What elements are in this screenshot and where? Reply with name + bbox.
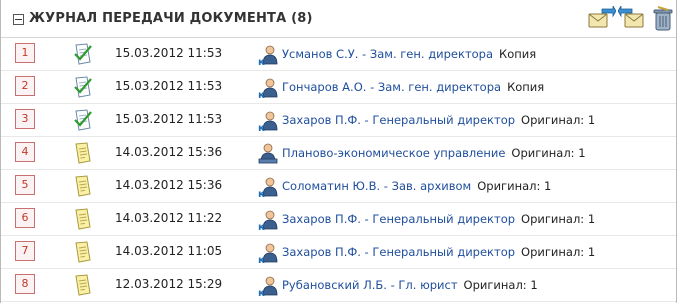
document-pending-icon xyxy=(71,240,95,264)
document-transfer-log-panel: ЖУРНАЛ ПЕРЕДАЧИ ДОКУМЕНТА (8) 1 15.03.20… xyxy=(0,0,677,303)
trash-icon[interactable] xyxy=(651,6,675,32)
document-pending-icon xyxy=(71,273,95,297)
collapse-toggle[interactable] xyxy=(13,14,24,25)
person-icon: к xyxy=(257,275,279,299)
row-number-button[interactable]: 6 xyxy=(15,208,35,228)
panel-header: ЖУРНАЛ ПЕРЕДАЧИ ДОКУМЕНТА (8) xyxy=(1,0,676,38)
recipient-link[interactable]: Гончаров А.О. - Зам. ген. директора xyxy=(282,80,501,94)
document-checked-icon xyxy=(71,75,95,99)
recipient-info: Захаров П.Ф. - Генеральный директор Ориги… xyxy=(282,245,595,259)
document-pending-icon xyxy=(71,174,95,198)
recipient-link[interactable]: Усманов С.У. - Зам. ген. директора xyxy=(282,47,493,61)
svg-text:к: к xyxy=(258,255,265,264)
recipient-info: Рубановский Л.Б. - Гл. юрист Оригинал: 1 xyxy=(282,278,538,292)
row-number-button[interactable]: 3 xyxy=(15,109,35,129)
person-icon: к xyxy=(257,176,279,200)
recipient-link[interactable]: Захаров П.Ф. - Генеральный директор xyxy=(282,245,515,259)
list-item: 1 15.03.2012 11:53 к Усманов С.У. - Зам.… xyxy=(1,38,676,71)
row-number-button[interactable]: 1 xyxy=(15,43,35,63)
copy-type: Копия xyxy=(507,80,545,94)
list-item: 5 14.03.2012 15:36 к Соломатин Ю.В. - За… xyxy=(1,170,676,203)
svg-text:к: к xyxy=(258,222,265,231)
recipient-link[interactable]: Рубановский Л.Б. - Гл. юрист xyxy=(282,278,458,292)
recipient-info: Гончаров А.О. - Зам. ген. директора Копия xyxy=(282,80,544,94)
transfer-datetime: 12.03.2012 15:29 xyxy=(115,277,223,291)
document-pending-icon xyxy=(71,207,95,231)
svg-text:к: к xyxy=(258,189,265,198)
svg-text:к: к xyxy=(258,90,265,99)
list-item: 8 12.03.2012 15:29 к Рубановский Л.Б. - … xyxy=(1,269,676,302)
person-icon: к xyxy=(257,242,279,266)
recipient-link[interactable]: Захаров П.Ф. - Генеральный директор xyxy=(282,113,515,127)
copy-type: Копия xyxy=(499,47,537,61)
recipient-info: Соломатин Ю.В. - Зав. архивом Оригинал: 1 xyxy=(282,179,551,193)
row-number-button[interactable]: 4 xyxy=(15,142,35,162)
document-checked-icon xyxy=(71,108,95,132)
list-item: 2 15.03.2012 11:53 к Гончаров А.О. - Зам… xyxy=(1,71,676,104)
department-icon xyxy=(257,143,279,165)
recipient-info: Захаров П.Ф. - Генеральный директор Ориги… xyxy=(282,113,595,127)
transfer-datetime: 15.03.2012 11:53 xyxy=(115,112,223,126)
document-checked-icon xyxy=(71,42,95,66)
copy-type: Оригинал: 1 xyxy=(511,146,586,160)
panel-title: ЖУРНАЛ ПЕРЕДАЧИ ДОКУМЕНТА (8) xyxy=(29,11,313,26)
send-icon[interactable] xyxy=(586,6,616,32)
return-icon[interactable] xyxy=(618,6,646,32)
svg-text:к: к xyxy=(258,123,265,132)
row-number-button[interactable]: 2 xyxy=(15,76,35,96)
row-number-button[interactable]: 7 xyxy=(15,241,35,261)
copy-type: Оригинал: 1 xyxy=(463,278,538,292)
document-pending-icon xyxy=(71,141,95,165)
recipient-link[interactable]: Захаров П.Ф. - Генеральный директор xyxy=(282,212,515,226)
recipient-info: Усманов С.У. - Зам. ген. директора Копия xyxy=(282,47,536,61)
list-item: 7 14.03.2012 11:05 к Захаров П.Ф. - Гене… xyxy=(1,236,676,269)
list-item: 4 14.03.2012 15:36 Планово-экономическое… xyxy=(1,137,676,170)
copy-type: Оригинал: 1 xyxy=(521,245,596,259)
transfer-datetime: 14.03.2012 11:22 xyxy=(115,211,223,225)
recipient-link[interactable]: Соломатин Ю.В. - Зав. архивом xyxy=(282,179,471,193)
copy-type: Оригинал: 1 xyxy=(521,113,596,127)
svg-text:к: к xyxy=(258,288,265,297)
list-item: 6 14.03.2012 11:22 к Захаров П.Ф. - Гене… xyxy=(1,203,676,236)
row-number-button[interactable]: 8 xyxy=(15,274,35,294)
person-icon: к xyxy=(257,44,279,68)
recipient-info: Планово-экономическое управление Оригинал… xyxy=(282,146,586,160)
copy-type: Оригинал: 1 xyxy=(521,212,596,226)
transfer-datetime: 14.03.2012 11:05 xyxy=(115,244,223,258)
recipient-info: Захаров П.Ф. - Генеральный директор Ориги… xyxy=(282,212,595,226)
person-icon: к xyxy=(257,209,279,233)
person-icon: к xyxy=(257,110,279,134)
list-item: 3 15.03.2012 11:53 к Захаров П.Ф. - Гене… xyxy=(1,104,676,137)
recipient-link[interactable]: Планово-экономическое управление xyxy=(282,146,505,160)
transfer-datetime: 15.03.2012 11:53 xyxy=(115,46,223,60)
transfer-datetime: 14.03.2012 15:36 xyxy=(115,178,223,192)
person-icon: к xyxy=(257,77,279,101)
row-number-button[interactable]: 5 xyxy=(15,175,35,195)
svg-text:к: к xyxy=(258,57,265,66)
copy-type: Оригинал: 1 xyxy=(477,179,552,193)
transfer-datetime: 14.03.2012 15:36 xyxy=(115,145,223,159)
transfer-datetime: 15.03.2012 11:53 xyxy=(115,79,223,93)
